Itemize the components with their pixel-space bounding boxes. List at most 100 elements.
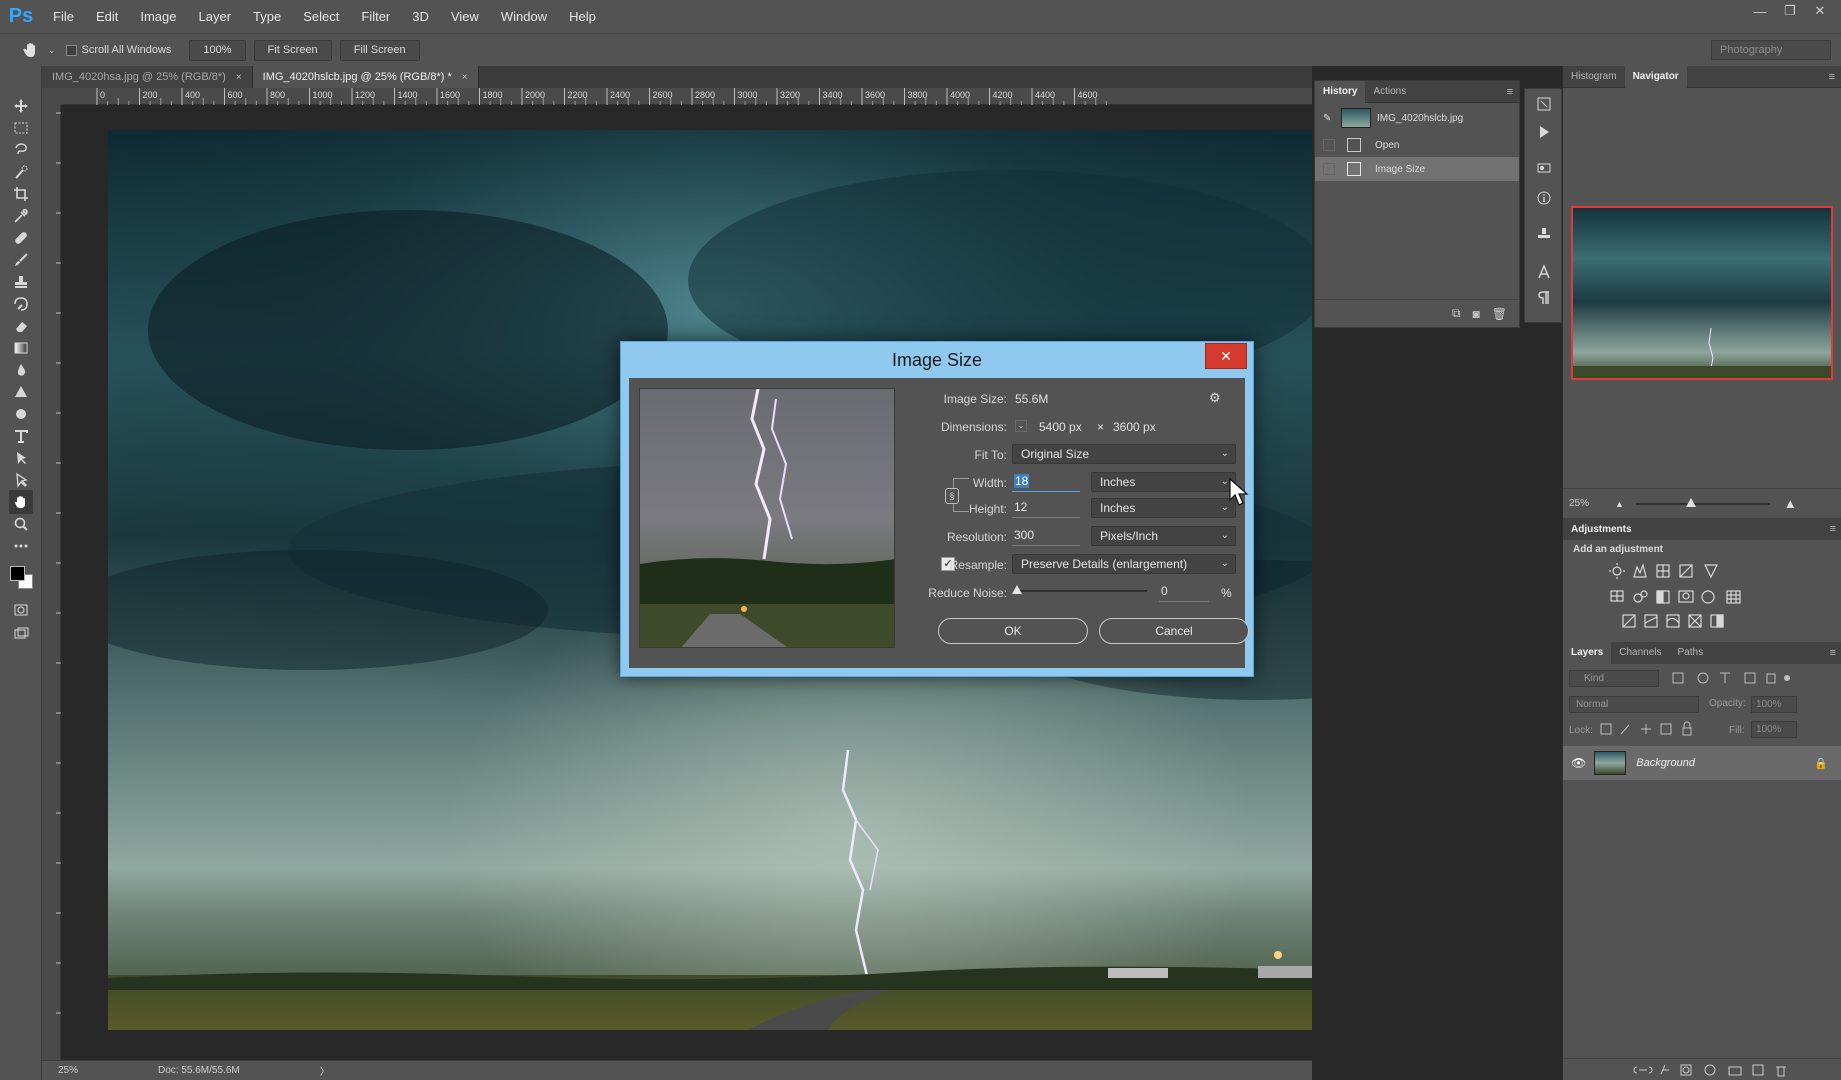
zoom-tool-icon[interactable] — [9, 512, 33, 536]
opacity-input[interactable]: 100% — [1751, 696, 1797, 713]
width-input[interactable]: 18 — [1012, 472, 1080, 492]
eraser-tool-icon[interactable] — [9, 314, 33, 338]
tab-close-icon[interactable]: × — [462, 72, 468, 83]
layer-filter-kind[interactable]: Kind — [1569, 670, 1659, 687]
height-input[interactable]: 12 — [1012, 498, 1080, 518]
move-tool-icon[interactable] — [9, 94, 33, 118]
cancel-button[interactable]: Cancel — [1099, 618, 1249, 644]
status-zoom[interactable]: 25% — [58, 1065, 128, 1076]
fill-input[interactable]: 100% — [1751, 721, 1797, 738]
maximize-button[interactable]: ❐ — [1775, 0, 1805, 22]
history-source-checkbox[interactable] — [1323, 163, 1335, 175]
scroll-all-windows-option[interactable]: Scroll All Windows — [65, 44, 171, 56]
zoom-in-icon[interactable]: ▲ — [1784, 496, 1797, 511]
menu-image[interactable]: Image — [129, 0, 187, 33]
status-menu-arrow-icon[interactable]: 〉 — [320, 1063, 330, 1078]
tab-img-4020hsa[interactable]: IMG_4020hsa.jpg @ 25% (RGB/8*) × — [42, 66, 253, 88]
paragraph-icon[interactable] — [1533, 287, 1555, 309]
pen-tool-icon[interactable] — [9, 402, 33, 426]
info-icon[interactable] — [1533, 187, 1555, 209]
horizontal-ruler[interactable]: 0 200 400 600 800 1000 1200 1400 1600 1800 2000 220… — [61, 88, 1312, 105]
layer-lock-icon[interactable]: 🔒 — [1814, 757, 1828, 770]
brush-tool-icon[interactable] — [9, 248, 33, 272]
dialog-close-button[interactable]: ✕ — [1205, 343, 1247, 369]
history-item-image-size[interactable]: Image Size — [1315, 157, 1519, 181]
character-icon[interactable] — [1533, 261, 1555, 283]
fit-screen-button[interactable]: Fit Screen — [253, 39, 332, 61]
tab-paths[interactable]: Paths — [1670, 642, 1712, 664]
actions-play-icon[interactable] — [1533, 121, 1555, 143]
history-brush-source-icon[interactable]: ✎ — [1323, 113, 1341, 124]
navigator-preview[interactable] — [1571, 206, 1833, 380]
more-tools-icon[interactable] — [9, 534, 33, 558]
reduce-noise-slider[interactable] — [1012, 585, 1147, 594]
menu-edit[interactable]: Edit — [85, 0, 129, 33]
gradient-tool-icon[interactable] — [9, 336, 33, 360]
history-dock-icon[interactable] — [1533, 93, 1555, 115]
clone-stamp-tool-icon[interactable] — [9, 270, 33, 294]
tab-channels[interactable]: Channels — [1611, 642, 1669, 664]
tab-histogram[interactable]: Histogram — [1563, 66, 1625, 88]
properties-icon[interactable] — [1533, 157, 1555, 179]
image-preview[interactable] — [639, 388, 895, 648]
fit-to-select[interactable]: Original Size ⌄ — [1012, 444, 1236, 464]
quick-mask-icon[interactable] — [9, 598, 33, 622]
history-brush-tool-icon[interactable] — [9, 292, 33, 316]
dimensions-unit-chevron-icon[interactable]: ⌄ — [1015, 420, 1027, 432]
menu-layer[interactable]: Layer — [188, 0, 243, 33]
color-swatches[interactable] — [8, 564, 34, 590]
tab-actions[interactable]: Actions — [1365, 81, 1414, 103]
tab-layers[interactable]: Layers — [1563, 642, 1612, 664]
hand-tool-preset-icon[interactable] — [14, 34, 48, 67]
workspace-switcher[interactable]: Photography — [1711, 40, 1831, 60]
healing-brush-tool-icon[interactable] — [9, 226, 33, 250]
layer-visibility-eye-icon[interactable]: 👁 — [1571, 756, 1586, 770]
tab-navigator[interactable]: Navigator — [1624, 65, 1687, 88]
menu-3d[interactable]: 3D — [401, 0, 440, 33]
preset-chevron-icon[interactable]: ⌄ — [48, 45, 56, 56]
crop-tool-icon[interactable] — [9, 182, 33, 206]
panel-menu-icon[interactable]: ≡ — [1830, 523, 1836, 535]
vertical-ruler[interactable] — [42, 105, 61, 1060]
camera-snapshot-icon[interactable]: ◙ — [1473, 307, 1480, 321]
tab-history[interactable]: History — [1315, 80, 1366, 103]
menu-filter[interactable]: Filter — [350, 0, 401, 33]
clone-source-icon[interactable] — [1533, 223, 1555, 245]
menu-view[interactable]: View — [440, 0, 490, 33]
layer-name[interactable]: Background — [1636, 757, 1695, 769]
close-window-button[interactable]: ✕ — [1805, 0, 1835, 22]
screen-mode-icon[interactable] — [9, 622, 33, 646]
hand-tool-icon[interactable] — [9, 490, 33, 514]
new-document-from-state-icon[interactable]: ⧉ — [1452, 306, 1461, 321]
reduce-noise-slider-thumb[interactable] — [1012, 585, 1022, 594]
eyedropper-tool-icon[interactable] — [9, 204, 33, 228]
minimize-button[interactable]: — — [1745, 0, 1775, 22]
history-source-checkbox[interactable] — [1323, 139, 1335, 151]
width-unit-select[interactable]: Inches ⌄ — [1091, 472, 1236, 492]
zoom-out-icon[interactable]: ▲ — [1615, 499, 1624, 509]
blur-tool-icon[interactable] — [9, 358, 33, 382]
zoom-100-button[interactable]: 100% — [189, 39, 246, 61]
foreground-color-swatch[interactable] — [10, 566, 25, 581]
trash-icon[interactable]: 🗑 — [1492, 307, 1507, 321]
resolution-input[interactable]: 300 — [1012, 526, 1080, 546]
layer-row-background[interactable]: 👁 Background 🔒 — [1563, 746, 1841, 780]
resolution-unit-select[interactable]: Pixels/Inch ⌄ — [1091, 526, 1236, 546]
menu-select[interactable]: Select — [292, 0, 350, 33]
type-tool-icon[interactable] — [9, 424, 33, 448]
panel-menu-icon[interactable]: ≡ — [1829, 71, 1835, 83]
dodge-tool-icon[interactable] — [9, 380, 33, 404]
ruler-origin[interactable] — [42, 88, 61, 105]
height-unit-select[interactable]: Inches ⌄ — [1091, 498, 1236, 518]
quick-selection-tool-icon[interactable] — [9, 160, 33, 184]
history-item-open[interactable]: Open — [1315, 133, 1519, 157]
path-selection-tool-icon[interactable] — [9, 446, 33, 470]
reduce-noise-input[interactable]: 0 — [1159, 582, 1209, 602]
marquee-tool-icon[interactable] — [9, 116, 33, 140]
scroll-all-windows-checkbox[interactable] — [65, 44, 77, 56]
resample-select[interactable]: Preserve Details (enlargement) ⌄ — [1012, 554, 1236, 574]
direct-selection-tool-icon[interactable] — [9, 468, 33, 492]
tab-close-icon[interactable]: × — [236, 72, 242, 83]
menu-type[interactable]: Type — [242, 0, 292, 33]
fill-screen-button[interactable]: Fill Screen — [339, 39, 420, 61]
